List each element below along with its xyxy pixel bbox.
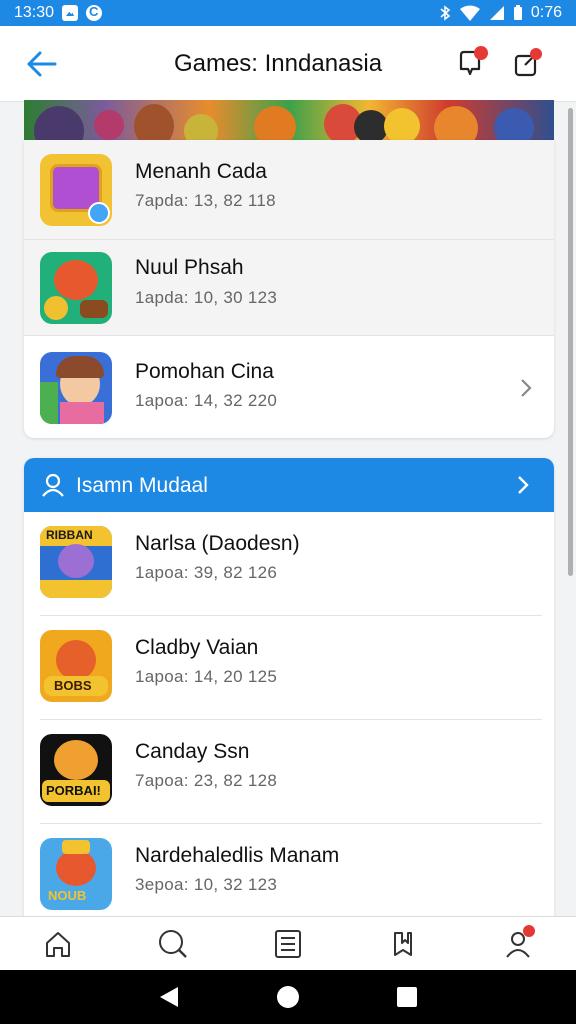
battery-icon [513,5,522,20]
nav-search[interactable] [115,917,230,970]
games-banner[interactable] [24,100,554,144]
game-icon [40,252,112,324]
game-icon: RIBBAN [40,526,112,598]
chevron-right-icon [521,379,532,397]
user-icon [42,473,64,497]
list-item[interactable]: Pomohan Cina 1apoa: 14, 32 220 [24,336,554,438]
game-icon: PORBAI! [40,734,112,806]
section-title: Isamn Mudaal [76,474,208,497]
game-icon: NOUB [40,838,112,910]
bookmark-icon [394,931,413,956]
game-meta: 1apoa: 14, 32 220 [135,391,278,410]
system-navigation [0,970,576,1024]
game-meta: 1apda: 10, 30 123 [135,288,278,307]
chevron-right-icon [518,476,529,494]
game-name: Menanh Cada [135,160,267,183]
game-meta: 3epoa: 10, 32 123 [135,875,278,894]
game-name: Canday Ssn [135,740,250,763]
profile-badge [522,925,535,937]
home-icon [45,931,70,957]
list-icon [275,929,301,958]
bottom-navigation [0,916,576,970]
gallery-notification-icon [62,5,79,21]
app-notification-icon [86,4,103,21]
icon-label: RIBBAN [46,528,93,542]
back-triangle-icon[interactable] [158,985,180,1009]
home-circle-icon[interactable] [276,985,300,1009]
notification-badge [474,46,488,60]
game-name: Pomohan Cina [135,360,274,383]
featured-section: Isamn Mudaal RIBBAN Narlsa (Daodesn) 1ap… [24,458,554,918]
icon-label: PORBAI! [46,783,101,798]
nav-bookmark[interactable] [346,917,461,970]
app-bar: Games: Inndanasia [0,26,576,102]
game-name: Cladby Vaian [135,636,259,659]
list-item[interactable]: PORBAI! Canday Ssn 7apoa: 23, 82 128 [24,720,554,824]
status-bar: 13:30 0:76 [0,0,576,26]
game-meta: 1apoa: 39, 82 126 [135,563,278,582]
game-icon: BOBS [40,630,112,702]
nav-profile[interactable] [461,917,576,970]
games-list-card: Menanh Cada 7apda: 13, 82 118 Nuul Phsah… [24,140,554,438]
list-item[interactable]: Menanh Cada 7apda: 13, 82 118 [24,140,554,240]
recents-square-icon[interactable] [396,986,418,1008]
search-icon [158,929,187,958]
game-icon [40,154,112,226]
notifications-button[interactable] [452,46,488,82]
game-meta: 7apoa: 23, 82 128 [135,771,278,790]
list-item[interactable]: RIBBAN Narlsa (Daodesn) 1apoa: 39, 82 12… [24,512,554,616]
list-item[interactable]: NOUB Nardehaledlis Manam 3epoa: 10, 32 1… [24,824,554,918]
nav-list[interactable] [230,917,345,970]
list-item[interactable]: BOBS Cladby Vaian 1apoa: 14, 20 125 [24,616,554,720]
game-icon [40,352,112,424]
game-name: Nuul Phsah [135,256,244,279]
wifi-icon [459,5,480,21]
bluetooth-icon [440,5,451,21]
scrollbar[interactable] [568,108,573,576]
signal-icon [489,6,504,20]
nav-home[interactable] [0,917,115,970]
game-name: Nardehaledlis Manam [135,844,340,867]
share-badge [530,48,542,60]
game-meta: 1apoa: 14, 20 125 [135,667,278,686]
list-item[interactable]: Nuul Phsah 1apda: 10, 30 123 [24,240,554,336]
game-name: Narlsa (Daodesn) [135,532,300,555]
status-time: 13:30 [14,4,55,21]
game-meta: 7apda: 13, 82 118 [135,191,276,210]
battery-level: 0:76 [530,4,562,21]
icon-label: BOBS [54,678,92,693]
share-button[interactable] [508,46,544,82]
section-header[interactable]: Isamn Mudaal [24,458,554,512]
icon-label: NOUB [48,888,87,903]
